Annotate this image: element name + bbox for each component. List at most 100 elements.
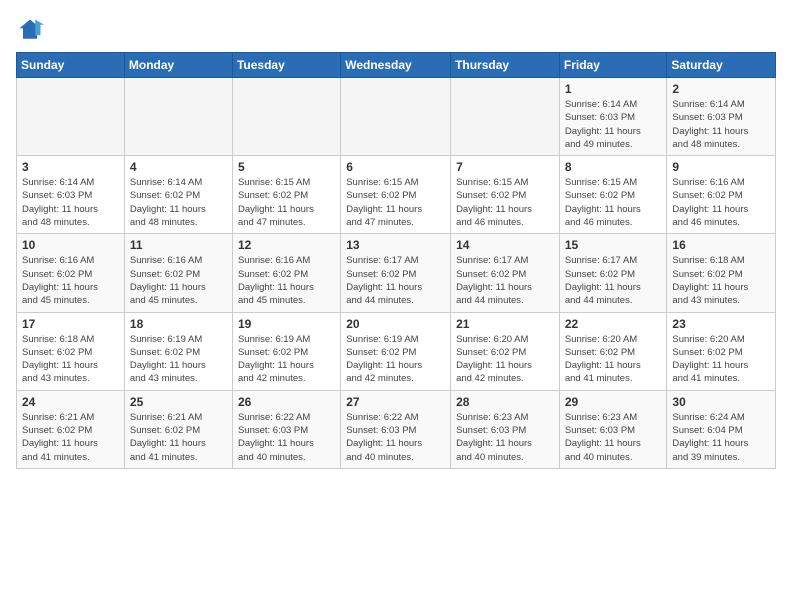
calendar-cell: 18Sunrise: 6:19 AM Sunset: 6:02 PM Dayli… — [124, 312, 232, 390]
day-info: Sunrise: 6:22 AM Sunset: 6:03 PM Dayligh… — [238, 411, 335, 464]
weekday-tuesday: Tuesday — [232, 53, 340, 78]
week-row-3: 10 Sunrise: 6:16 AM Sunset: 6:02 PM Dayli… — [17, 234, 776, 312]
page: SundayMondayTuesdayWednesdayThursdayFrid… — [0, 0, 792, 485]
calendar-cell: 13 Sunrise: 6:17 AM Sunset: 6:02 PM Dayli… — [341, 234, 451, 312]
calendar-cell: 23Sunrise: 6:20 AM Sunset: 6:02 PM Dayli… — [667, 312, 776, 390]
day-number: 8 — [565, 160, 662, 174]
weekday-friday: Friday — [559, 53, 667, 78]
day-info: Sunrise: 6:23 AM Sunset: 6:03 PM Dayligh… — [456, 411, 554, 464]
calendar-cell: 30 Sunrise: 6:24 AM Sunset: 6:04 PM Dayli… — [667, 390, 776, 468]
calendar-cell — [124, 78, 232, 156]
day-info: Sunrise: 6:15 AM Sunset: 6:02 PM Dayligh… — [565, 176, 662, 229]
day-info: Sunrise: 6:14 AM Sunset: 6:03 PM Dayligh… — [672, 98, 770, 151]
day-info: Sunrise: 6:14 AM Sunset: 6:03 PM Dayligh… — [565, 98, 662, 151]
day-number: 29 — [565, 395, 662, 409]
day-number: 30 — [672, 395, 770, 409]
day-number: 24 — [22, 395, 119, 409]
week-row-1: 1 Sunrise: 6:14 AM Sunset: 6:03 PM Daylig… — [17, 78, 776, 156]
calendar-cell — [232, 78, 340, 156]
day-number: 26 — [238, 395, 335, 409]
day-number: 21 — [456, 317, 554, 331]
day-number: 15 — [565, 238, 662, 252]
calendar-cell: 26 Sunrise: 6:22 AM Sunset: 6:03 PM Dayli… — [232, 390, 340, 468]
calendar-cell: 24 Sunrise: 6:21 AM Sunset: 6:02 PM Dayli… — [17, 390, 125, 468]
logo — [16, 16, 48, 44]
day-info: Sunrise: 6:16 AM Sunset: 6:02 PM Dayligh… — [130, 254, 227, 307]
weekday-header-row: SundayMondayTuesdayWednesdayThursdayFrid… — [17, 53, 776, 78]
calendar-cell: 11 Sunrise: 6:16 AM Sunset: 6:02 PM Dayli… — [124, 234, 232, 312]
day-info: Sunrise: 6:22 AM Sunset: 6:03 PM Dayligh… — [346, 411, 445, 464]
day-info: Sunrise: 6:17 AM Sunset: 6:02 PM Dayligh… — [456, 254, 554, 307]
weekday-saturday: Saturday — [667, 53, 776, 78]
calendar-cell: 5Sunrise: 6:15 AM Sunset: 6:02 PM Daylig… — [232, 156, 340, 234]
day-number: 12 — [238, 238, 335, 252]
calendar-table: SundayMondayTuesdayWednesdayThursdayFrid… — [16, 52, 776, 469]
day-info: Sunrise: 6:21 AM Sunset: 6:02 PM Dayligh… — [130, 411, 227, 464]
day-number: 6 — [346, 160, 445, 174]
calendar-cell — [17, 78, 125, 156]
day-info: Sunrise: 6:16 AM Sunset: 6:02 PM Dayligh… — [238, 254, 335, 307]
day-number: 7 — [456, 160, 554, 174]
calendar-cell: 4 Sunrise: 6:14 AM Sunset: 6:02 PM Daylig… — [124, 156, 232, 234]
day-number: 1 — [565, 82, 662, 96]
calendar-cell: 12 Sunrise: 6:16 AM Sunset: 6:02 PM Dayli… — [232, 234, 340, 312]
calendar-cell: 8 Sunrise: 6:15 AM Sunset: 6:02 PM Daylig… — [559, 156, 667, 234]
day-number: 4 — [130, 160, 227, 174]
day-info: Sunrise: 6:21 AM Sunset: 6:02 PM Dayligh… — [22, 411, 119, 464]
week-row-4: 17 Sunrise: 6:18 AM Sunset: 6:02 PM Dayli… — [17, 312, 776, 390]
day-info: Sunrise: 6:16 AM Sunset: 6:02 PM Dayligh… — [672, 176, 770, 229]
weekday-sunday: Sunday — [17, 53, 125, 78]
calendar-cell: 16 Sunrise: 6:18 AM Sunset: 6:02 PM Dayli… — [667, 234, 776, 312]
day-info: Sunrise: 6:19 AM Sunset: 6:02 PM Dayligh… — [346, 333, 445, 386]
day-info: Sunrise: 6:17 AM Sunset: 6:02 PM Dayligh… — [346, 254, 445, 307]
day-info: Sunrise: 6:15 AM Sunset: 6:02 PM Dayligh… — [346, 176, 445, 229]
day-info: Sunrise: 6:18 AM Sunset: 6:02 PM Dayligh… — [672, 254, 770, 307]
weekday-thursday: Thursday — [451, 53, 560, 78]
calendar-cell: 10 Sunrise: 6:16 AM Sunset: 6:02 PM Dayli… — [17, 234, 125, 312]
day-number: 20 — [346, 317, 445, 331]
day-number: 14 — [456, 238, 554, 252]
header — [16, 16, 776, 44]
weekday-wednesday: Wednesday — [341, 53, 451, 78]
calendar-cell: 7 Sunrise: 6:15 AM Sunset: 6:02 PM Daylig… — [451, 156, 560, 234]
calendar-cell — [451, 78, 560, 156]
day-number: 9 — [672, 160, 770, 174]
day-number: 17 — [22, 317, 119, 331]
day-info: Sunrise: 6:20 AM Sunset: 6:02 PM Dayligh… — [456, 333, 554, 386]
calendar-cell: 9 Sunrise: 6:16 AM Sunset: 6:02 PM Daylig… — [667, 156, 776, 234]
calendar-cell: 1 Sunrise: 6:14 AM Sunset: 6:03 PM Daylig… — [559, 78, 667, 156]
week-row-2: 3Sunrise: 6:14 AM Sunset: 6:03 PM Daylig… — [17, 156, 776, 234]
calendar-cell: 29 Sunrise: 6:23 AM Sunset: 6:03 PM Dayli… — [559, 390, 667, 468]
day-number: 13 — [346, 238, 445, 252]
day-info: Sunrise: 6:14 AM Sunset: 6:02 PM Dayligh… — [130, 176, 227, 229]
calendar-cell: 2Sunrise: 6:14 AM Sunset: 6:03 PM Daylig… — [667, 78, 776, 156]
week-row-5: 24 Sunrise: 6:21 AM Sunset: 6:02 PM Dayli… — [17, 390, 776, 468]
day-number: 23 — [672, 317, 770, 331]
day-number: 16 — [672, 238, 770, 252]
day-number: 22 — [565, 317, 662, 331]
logo-icon — [16, 16, 44, 44]
day-info: Sunrise: 6:15 AM Sunset: 6:02 PM Dayligh… — [456, 176, 554, 229]
calendar-cell: 17 Sunrise: 6:18 AM Sunset: 6:02 PM Dayli… — [17, 312, 125, 390]
weekday-monday: Monday — [124, 53, 232, 78]
day-number: 19 — [238, 317, 335, 331]
day-info: Sunrise: 6:14 AM Sunset: 6:03 PM Dayligh… — [22, 176, 119, 229]
calendar-cell: 21 Sunrise: 6:20 AM Sunset: 6:02 PM Dayli… — [451, 312, 560, 390]
day-info: Sunrise: 6:18 AM Sunset: 6:02 PM Dayligh… — [22, 333, 119, 386]
day-info: Sunrise: 6:16 AM Sunset: 6:02 PM Dayligh… — [22, 254, 119, 307]
day-info: Sunrise: 6:23 AM Sunset: 6:03 PM Dayligh… — [565, 411, 662, 464]
calendar-cell: 15Sunrise: 6:17 AM Sunset: 6:02 PM Dayli… — [559, 234, 667, 312]
day-info: Sunrise: 6:24 AM Sunset: 6:04 PM Dayligh… — [672, 411, 770, 464]
day-info: Sunrise: 6:15 AM Sunset: 6:02 PM Dayligh… — [238, 176, 335, 229]
day-number: 10 — [22, 238, 119, 252]
calendar-cell: 20 Sunrise: 6:19 AM Sunset: 6:02 PM Dayli… — [341, 312, 451, 390]
day-info: Sunrise: 6:19 AM Sunset: 6:02 PM Dayligh… — [238, 333, 335, 386]
day-number: 27 — [346, 395, 445, 409]
calendar-cell: 14 Sunrise: 6:17 AM Sunset: 6:02 PM Dayli… — [451, 234, 560, 312]
day-info: Sunrise: 6:19 AM Sunset: 6:02 PM Dayligh… — [130, 333, 227, 386]
day-number: 11 — [130, 238, 227, 252]
calendar-cell: 22 Sunrise: 6:20 AM Sunset: 6:02 PM Dayli… — [559, 312, 667, 390]
calendar-cell: 6 Sunrise: 6:15 AM Sunset: 6:02 PM Daylig… — [341, 156, 451, 234]
calendar-cell: 27 Sunrise: 6:22 AM Sunset: 6:03 PM Dayli… — [341, 390, 451, 468]
day-info: Sunrise: 6:20 AM Sunset: 6:02 PM Dayligh… — [565, 333, 662, 386]
